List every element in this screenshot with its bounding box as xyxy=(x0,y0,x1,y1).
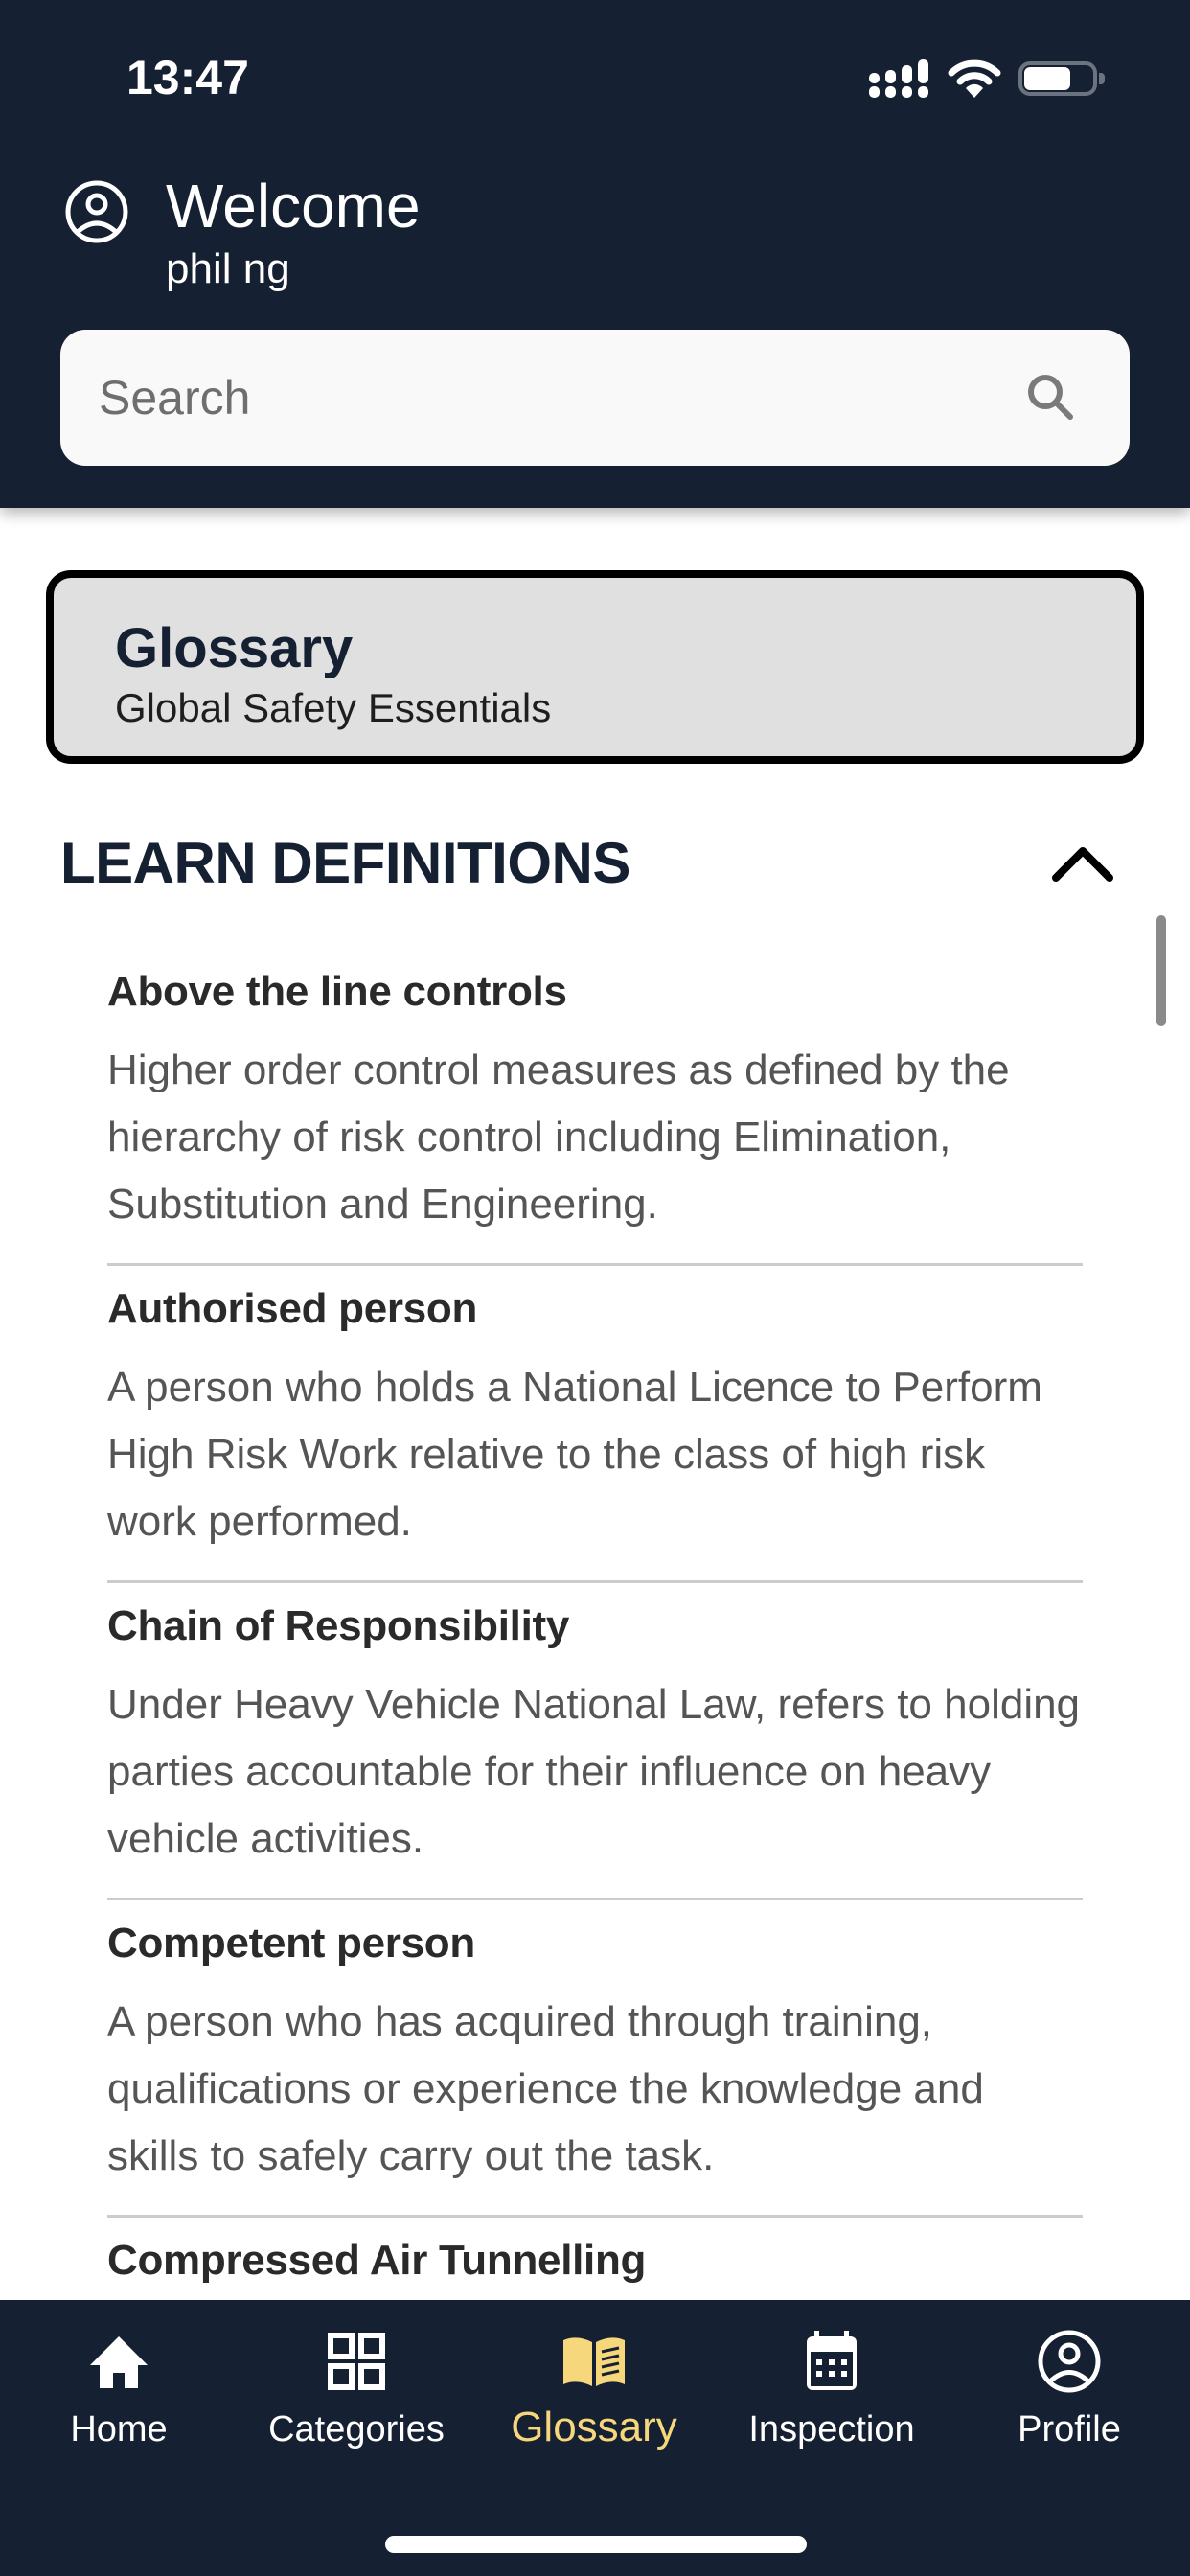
battery-icon xyxy=(1018,58,1107,100)
nav-label: Inspection xyxy=(748,2409,915,2450)
definition-text: Higher order control measures as defined… xyxy=(107,1046,1010,1228)
home-icon xyxy=(90,2336,148,2388)
card-subtitle: Global Safety Essentials xyxy=(115,685,552,730)
definition-term: Authorised person xyxy=(107,1285,478,1332)
nav-item-categories[interactable]: Categories xyxy=(238,2325,475,2459)
nav-label: Categories xyxy=(268,2409,445,2450)
grid-icon xyxy=(328,2333,385,2390)
nav-item-inspection[interactable]: Inspection xyxy=(713,2325,950,2459)
search-bar[interactable] xyxy=(60,330,1130,466)
scrollbar[interactable] xyxy=(1156,915,1166,1026)
definition-term: Compressed Air Tunnelling xyxy=(107,2237,647,2284)
status-icons xyxy=(867,56,1107,102)
calendar-icon xyxy=(807,2331,857,2390)
bottom-nav: Home Categories Glossary Inspection Prof… xyxy=(0,2300,1190,2576)
chevron-up-icon[interactable] xyxy=(1048,836,1117,889)
user-circle-icon xyxy=(1038,2330,1101,2393)
book-open-icon xyxy=(563,2337,625,2386)
home-indicator[interactable] xyxy=(385,2536,807,2553)
search-icon[interactable] xyxy=(1022,369,1080,426)
nav-label: Profile xyxy=(1018,2409,1121,2450)
glossary-screen: 13:47 Welcome phil ng Search Glossary Gl… xyxy=(0,0,1190,2576)
search-input[interactable] xyxy=(60,330,1022,466)
definition-item: Above the line controls Higher order con… xyxy=(107,949,1083,1266)
wifi-icon xyxy=(948,59,1001,98)
definition-term: Chain of Responsibility xyxy=(107,1602,570,1649)
nav-item-profile[interactable]: Profile xyxy=(950,2325,1188,2459)
user-circle-icon[interactable] xyxy=(63,178,130,245)
nav-item-glossary[interactable]: Glossary xyxy=(475,2325,713,2459)
nav-item-home[interactable]: Home xyxy=(0,2325,238,2459)
definition-text: Under Heavy Vehicle National Law, refers… xyxy=(107,1681,1081,1862)
definitions-list[interactable]: Above the line controls Higher order con… xyxy=(107,949,1083,2298)
definition-item: Chain of Responsibility Under Heavy Vehi… xyxy=(107,1583,1083,1900)
glossary-card[interactable]: Glossary Global Safety Essentials xyxy=(46,570,1144,764)
definition-item: Competent person A person who has acquir… xyxy=(107,1900,1083,2218)
nav-label: Home xyxy=(70,2409,168,2450)
nav-label: Glossary xyxy=(511,2404,677,2450)
definition-term: Above the line controls xyxy=(107,968,567,1015)
card-title: Glossary xyxy=(115,617,354,679)
welcome-title: Welcome xyxy=(166,172,421,241)
definition-item: Authorised person A person who holds a N… xyxy=(107,1266,1083,1583)
definition-text: A person who holds a National Licence to… xyxy=(107,1364,1042,1545)
definition-item: Compressed Air Tunnelling xyxy=(107,2218,1083,2298)
definition-term: Competent person xyxy=(107,1920,475,1966)
status-time: 13:47 xyxy=(126,51,249,104)
definition-text: A person who has acquired through traini… xyxy=(107,1998,984,2179)
app-header: 13:47 Welcome phil ng Search xyxy=(0,0,1190,508)
cellular-signal-icon xyxy=(869,59,928,98)
section-title: LEARN DEFINITIONS xyxy=(60,831,630,895)
user-name: phil ng xyxy=(166,245,290,292)
